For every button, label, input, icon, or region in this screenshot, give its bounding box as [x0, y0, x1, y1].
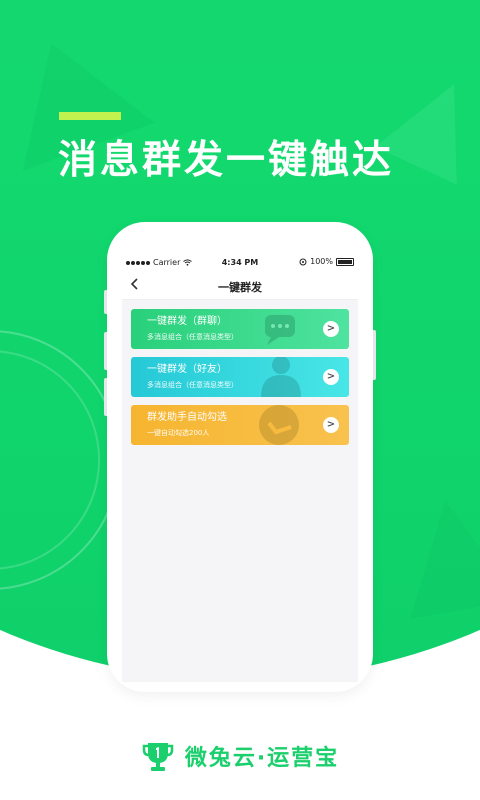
- battery-label: 100%: [310, 257, 333, 266]
- chevron-right-icon[interactable]: >: [323, 417, 339, 433]
- status-right: 100%: [299, 257, 354, 266]
- chevron-right-icon[interactable]: >: [323, 369, 339, 385]
- check-circle-icon: [259, 405, 299, 445]
- card-title: 群发助手自动勾选: [147, 412, 227, 423]
- brand-footer: 微兔云·运营宝: [0, 738, 480, 774]
- chevron-right-icon[interactable]: >: [323, 321, 339, 337]
- headline: 消息群发一键触达: [58, 138, 395, 183]
- person-icon: [261, 357, 301, 397]
- broadcast-group-card[interactable]: 一键群发（群聊） 多消息组合（任意消息类型） >: [131, 309, 349, 349]
- chat-bubble-icon: [265, 315, 295, 345]
- status-bar: Carrier 4:34 PM 100%: [122, 252, 358, 274]
- card-subtitle: 一键自动勾选200人: [147, 429, 210, 437]
- brand-name: 微兔云·运营宝: [184, 746, 340, 771]
- phone-screen: Carrier 4:34 PM 100% 一键群发 一键群发（群聊） 多消息组合…: [122, 252, 358, 682]
- nav-bar: 一键群发: [122, 274, 358, 300]
- battery-icon: [336, 257, 354, 266]
- orientation-lock-icon: [299, 258, 307, 265]
- card-title: 一键群发（群聊）: [147, 316, 227, 327]
- trophy-icon: [142, 743, 174, 771]
- card-subtitle: 多消息组合（任意消息类型）: [147, 333, 238, 341]
- card-subtitle: 多消息组合（任意消息类型）: [147, 381, 238, 389]
- nav-title: 一键群发: [218, 281, 262, 294]
- auto-select-card[interactable]: 群发助手自动勾选 一键自动勾选200人 >: [131, 405, 349, 445]
- accent-bar: [59, 112, 121, 120]
- broadcast-friends-card[interactable]: 一键群发（好友） 多消息组合（任意消息类型） >: [131, 357, 349, 397]
- card-title: 一键群发（好友）: [147, 364, 227, 375]
